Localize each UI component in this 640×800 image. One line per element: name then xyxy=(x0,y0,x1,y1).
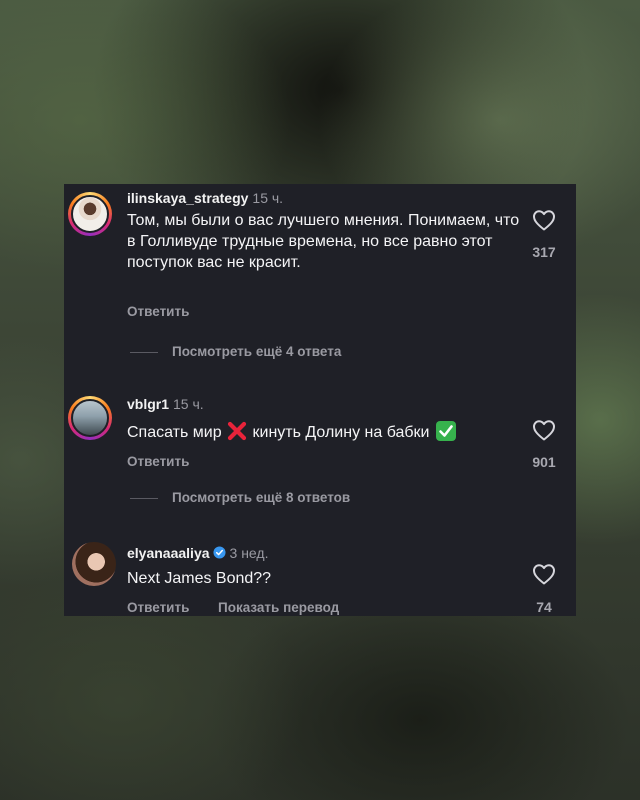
avatar[interactable] xyxy=(68,192,112,236)
comment-header: vblgr1 15 ч. xyxy=(127,396,204,412)
username[interactable]: elyanaaaliya xyxy=(127,545,210,561)
like-count: 74 xyxy=(536,599,552,615)
view-more-label: Посмотреть ещё 8 ответов xyxy=(172,490,351,505)
heart-icon[interactable] xyxy=(532,209,556,231)
comment-text-part: Спасать мир xyxy=(127,424,222,441)
view-more-replies[interactable]: Посмотреть ещё 4 ответа xyxy=(130,344,341,359)
reply-button[interactable]: Ответить xyxy=(127,454,189,469)
comment-text: Спасать мир кинуть Долину на бабки xyxy=(127,421,527,443)
like-count: 317 xyxy=(532,244,556,260)
show-translation-button[interactable]: Показать перевод xyxy=(218,600,339,615)
view-more-replies[interactable]: Посмотреть ещё 8 ответов xyxy=(130,490,350,505)
comment-text: Next James Bond?? xyxy=(127,570,272,587)
reply-button[interactable]: Ответить xyxy=(127,304,189,319)
verified-badge-icon xyxy=(212,546,226,559)
profile-photo-icon xyxy=(71,195,109,233)
comment-text: Том, мы были о вас лучшего мнения. Поним… xyxy=(127,212,520,271)
cross-mark-icon xyxy=(227,421,247,441)
reply-button[interactable]: Ответить xyxy=(127,600,189,615)
divider-line xyxy=(130,351,158,353)
comment-text-part: кинуть Долину на бабки xyxy=(252,424,430,441)
profile-photo-icon xyxy=(72,542,116,586)
comment-header: ilinskaya_strategy 15 ч. xyxy=(127,190,283,206)
comment-time: 15 ч. xyxy=(252,190,284,206)
like-count: 901 xyxy=(532,454,556,470)
profile-photo-icon xyxy=(71,399,109,437)
heart-icon[interactable] xyxy=(532,563,556,585)
divider-line xyxy=(130,497,158,499)
avatar[interactable] xyxy=(68,396,112,440)
comment-time: 15 ч. xyxy=(173,396,204,412)
avatar[interactable] xyxy=(72,542,116,586)
username[interactable]: ilinskaya_strategy xyxy=(127,190,248,206)
comment-time: 3 нед. xyxy=(229,545,269,561)
comment-header: elyanaaaliya 3 нед. xyxy=(127,545,268,561)
username[interactable]: vblgr1 xyxy=(127,396,169,412)
comments-panel: ilinskaya_strategy 15 ч. Том, мы были о в… xyxy=(64,184,576,616)
heart-icon[interactable] xyxy=(532,419,556,441)
check-mark-icon xyxy=(435,421,456,441)
view-more-label: Посмотреть ещё 4 ответа xyxy=(172,344,342,359)
